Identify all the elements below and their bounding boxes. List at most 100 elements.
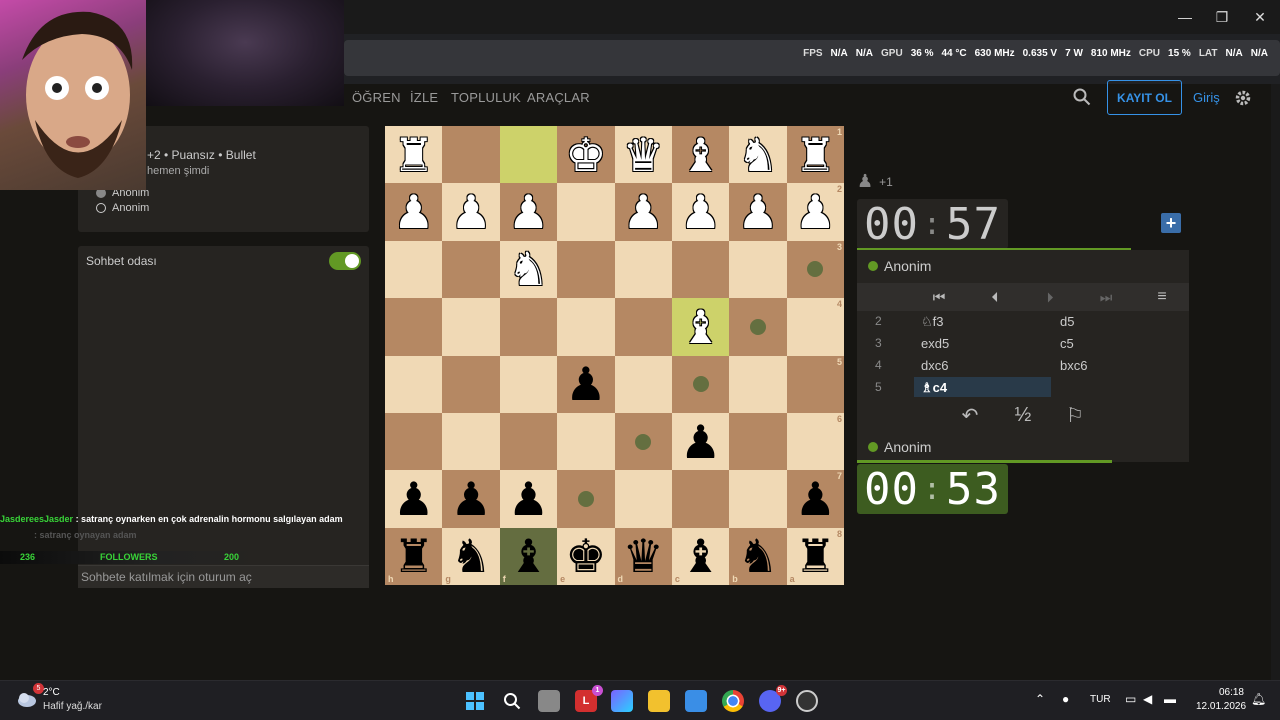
- tray-expand-icon[interactable]: ⌃: [1035, 692, 1045, 706]
- board-square[interactable]: [729, 298, 787, 356]
- board-square[interactable]: [557, 183, 615, 241]
- nav-community[interactable]: TOPLULUK: [451, 90, 521, 105]
- board-square[interactable]: [442, 126, 500, 184]
- board-square[interactable]: ♟ 7: [786, 470, 844, 528]
- file-explorer-icon[interactable]: [648, 690, 670, 712]
- board-square[interactable]: [729, 470, 787, 528]
- board-square[interactable]: [729, 240, 787, 299]
- white-pawn-piece[interactable]: ♟: [393, 189, 434, 235]
- draw-offer-button[interactable]: ½: [1003, 402, 1043, 428]
- board-square[interactable]: 4: [786, 298, 844, 356]
- board-square[interactable]: [614, 298, 672, 356]
- menu-icon[interactable]: ≡: [1142, 283, 1182, 311]
- board-square[interactable]: [557, 298, 615, 356]
- board-square[interactable]: ♝: [671, 126, 730, 184]
- board-square[interactable]: ♛ d: [614, 527, 672, 585]
- maximize-button[interactable]: ❐: [1203, 0, 1241, 34]
- board-square[interactable]: 3: [786, 240, 844, 299]
- black-rook-piece[interactable]: ♜: [795, 533, 836, 579]
- last-move-icon[interactable]: ⏭: [1086, 283, 1126, 311]
- microphone-icon[interactable]: ●: [1062, 692, 1069, 706]
- board-square[interactable]: [557, 240, 615, 299]
- network-icon[interactable]: ▭: [1125, 692, 1136, 706]
- board-square[interactable]: [385, 240, 443, 299]
- white-pawn-piece[interactable]: ♟: [737, 189, 778, 235]
- board-square[interactable]: [614, 355, 672, 413]
- board-square[interactable]: [499, 412, 558, 471]
- volume-icon[interactable]: ◀: [1143, 692, 1152, 706]
- black-bishop-piece[interactable]: ♝: [508, 533, 549, 579]
- board-square[interactable]: [442, 412, 500, 471]
- black-bishop-piece[interactable]: ♝: [680, 533, 721, 579]
- move-hint-dot[interactable]: [635, 433, 652, 450]
- board-square[interactable]: 5: [786, 355, 844, 413]
- black-queen-piece[interactable]: ♛: [623, 533, 664, 579]
- weather-icon[interactable]: 5: [16, 683, 44, 710]
- chat-input[interactable]: Sohbete katılmak için oturum aç: [78, 565, 369, 588]
- previous-move-icon[interactable]: ⏴: [975, 283, 1015, 311]
- board-square[interactable]: [557, 470, 615, 528]
- board-square[interactable]: [499, 355, 558, 413]
- board-square[interactable]: [671, 240, 730, 299]
- board-square[interactable]: ♞: [499, 240, 558, 299]
- board-square[interactable]: 6: [786, 412, 844, 471]
- black-move[interactable]: bxc6: [1060, 358, 1087, 373]
- black-pawn-piece[interactable]: ♟: [795, 476, 836, 522]
- board-square[interactable]: ♞ b: [729, 527, 787, 585]
- board-square[interactable]: ♟: [729, 183, 787, 241]
- board-square[interactable]: ♟: [499, 470, 558, 528]
- white-knight-piece[interactable]: ♞: [737, 132, 778, 178]
- language-indicator[interactable]: TUR: [1090, 694, 1111, 705]
- white-pawn-piece[interactable]: ♟: [680, 189, 721, 235]
- nav-tools[interactable]: ARAÇLAR: [527, 90, 590, 105]
- player-black[interactable]: Anonim: [96, 202, 149, 214]
- board-square[interactable]: ♚: [557, 126, 615, 184]
- board-square[interactable]: [729, 355, 787, 413]
- board-square[interactable]: ♞ g: [442, 527, 500, 585]
- board-square[interactable]: ♟: [442, 470, 500, 528]
- white-move[interactable]: exd5: [921, 336, 949, 351]
- board-square[interactable]: ♟: [442, 183, 500, 241]
- task-view-icon[interactable]: [538, 690, 560, 712]
- store-icon[interactable]: [685, 690, 707, 712]
- close-button[interactable]: ✕: [1241, 0, 1279, 34]
- chess-board[interactable]: ♜ ♚ ♛ ♝ ♞ ♜ 1 ♟ ♟ ♟ ♟ ♟ ♟ ♟ 2 ♞ 3 ♝ 4 ♟ 5 ♟ 6 ♟ ♟ ♟ ♟ 7 ♜ h ♞ g ♝ f ♚ e ♛ d ♝ c…: [385, 126, 844, 585]
- white-move[interactable]: dxc6: [921, 358, 948, 373]
- chrome-icon[interactable]: [722, 690, 744, 712]
- nav-watch[interactable]: İZLE: [410, 90, 438, 105]
- black-pawn-piece[interactable]: ♟: [680, 419, 721, 465]
- board-square[interactable]: [729, 412, 787, 471]
- clock-date[interactable]: 12.01.2026: [1196, 701, 1246, 712]
- board-square[interactable]: [442, 298, 500, 356]
- board-square[interactable]: [671, 355, 730, 413]
- search-icon[interactable]: [1073, 88, 1093, 108]
- move-hint-dot[interactable]: [749, 318, 766, 335]
- next-move-icon[interactable]: ⏵: [1030, 283, 1070, 311]
- board-square[interactable]: [614, 412, 672, 471]
- board-square[interactable]: ♜ 1: [786, 126, 844, 184]
- black-pawn-piece[interactable]: ♟: [565, 361, 606, 407]
- white-queen-piece[interactable]: ♛: [623, 132, 664, 178]
- obs-icon[interactable]: [796, 690, 818, 712]
- board-square[interactable]: ♟: [671, 412, 730, 471]
- board-square[interactable]: [499, 298, 558, 356]
- black-pawn-piece[interactable]: ♟: [450, 476, 491, 522]
- board-square[interactable]: [385, 412, 443, 471]
- white-pawn-piece[interactable]: ♟: [508, 189, 549, 235]
- move-hint-dot[interactable]: [692, 376, 709, 393]
- board-square[interactable]: ♟: [614, 183, 672, 241]
- black-knight-piece[interactable]: ♞: [450, 533, 491, 579]
- white-rook-piece[interactable]: ♜: [393, 132, 434, 178]
- board-square[interactable]: [614, 470, 672, 528]
- black-knight-piece[interactable]: ♞: [737, 533, 778, 579]
- board-square[interactable]: [442, 355, 500, 413]
- board-square[interactable]: ♟: [557, 355, 615, 413]
- minimize-button[interactable]: —: [1166, 0, 1204, 34]
- board-square[interactable]: ♟ 2: [786, 183, 844, 241]
- board-square[interactable]: [671, 470, 730, 528]
- move-hint-dot[interactable]: [577, 490, 594, 507]
- register-button[interactable]: KAYIT OL: [1107, 80, 1182, 115]
- notification-icon[interactable]: 🔔︎: [1251, 692, 1266, 706]
- black-pawn-piece[interactable]: ♟: [508, 476, 549, 522]
- white-rook-piece[interactable]: ♜: [795, 132, 836, 178]
